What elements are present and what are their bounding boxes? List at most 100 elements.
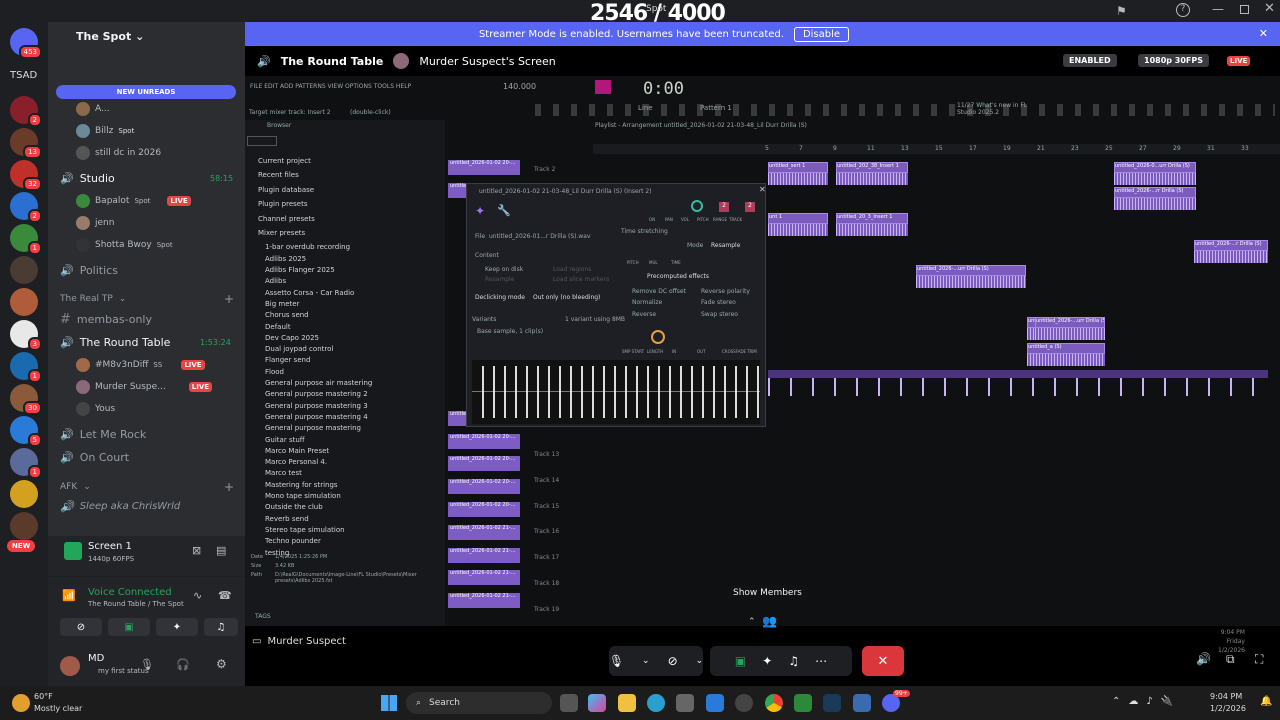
fl-browser-item[interactable]: Marco test bbox=[265, 469, 302, 477]
fl-track-clip[interactable]: untitled_2026-01-02 20-... bbox=[448, 479, 520, 495]
fl-browser-item[interactable]: Chorus send bbox=[265, 311, 309, 319]
voice-status[interactable]: Voice Connected bbox=[88, 587, 172, 598]
add-channel-icon[interactable]: + bbox=[224, 292, 234, 306]
user-settings-icon[interactable]: ⚙ bbox=[216, 657, 227, 671]
voice-channel-on-court[interactable]: 🔊 On Court bbox=[60, 451, 129, 464]
minimize-icon[interactable]: — bbox=[1212, 2, 1224, 16]
app-icon[interactable] bbox=[735, 694, 753, 712]
fl-browser-item[interactable]: General purpose mastering bbox=[265, 424, 361, 432]
fl-browser-item[interactable]: Current project bbox=[258, 157, 311, 165]
wrench-icon[interactable]: 🔧 bbox=[497, 204, 511, 217]
stop-screen-icon[interactable]: ⊠ bbox=[192, 544, 201, 557]
file-name[interactable]: untitled_2026-01...r Drilla (S).wav bbox=[489, 233, 591, 240]
popout-icon[interactable]: ⧉ bbox=[1226, 652, 1235, 667]
fl-browser-item[interactable]: Recent files bbox=[258, 171, 299, 179]
chevron-up-icon[interactable]: ⌃ bbox=[748, 617, 756, 627]
server-icon-4[interactable]: 2 bbox=[10, 192, 42, 223]
fl-playlist-clip[interactable]: untitled_202_38_Insert 1 bbox=[836, 162, 908, 173]
disable-streamer-button[interactable]: Disable bbox=[793, 26, 850, 42]
keep-on-disk-checkbox[interactable]: Keep on disk bbox=[485, 266, 523, 273]
load-slice-checkbox[interactable]: Load slice markers bbox=[553, 276, 609, 283]
fl-browser-item[interactable]: Mixer presets bbox=[258, 229, 305, 237]
taskbar-date[interactable]: 1/2/2026 bbox=[1210, 704, 1246, 713]
fl-browser-item[interactable]: Techno pounder bbox=[265, 537, 321, 545]
fl-playlist-clip[interactable]: unt 1 bbox=[768, 213, 828, 224]
store-icon[interactable] bbox=[676, 694, 694, 712]
tray-icons[interactable]: ⌃☁♪🔌 bbox=[1112, 696, 1181, 707]
voice-user-still-dc[interactable]: still dc in 2026 bbox=[76, 146, 161, 160]
fl-browser-item[interactable]: Assetto Corsa - Car Radio bbox=[265, 289, 354, 297]
share-screen-icon[interactable]: ▣ bbox=[735, 654, 746, 668]
fl-track-clip[interactable]: untitled_2026-01-02 20-... bbox=[448, 433, 520, 449]
fl-audio-lane[interactable] bbox=[768, 370, 1268, 396]
stream-controls[interactable]: ▣ ✦ ♫ ⋯ bbox=[710, 646, 852, 676]
fullscreen-icon[interactable]: ⛶ bbox=[1255, 652, 1263, 667]
voice-user-murder[interactable]: Murder Suspe... LIVE bbox=[76, 380, 213, 394]
server-icon-10[interactable]: 30 bbox=[10, 384, 42, 415]
fl-browser-item[interactable]: Reverb send bbox=[265, 515, 309, 523]
enabled-badge[interactable]: ENABLED bbox=[1063, 54, 1117, 67]
server-icon-12[interactable]: 1 bbox=[10, 448, 42, 479]
mail-icon[interactable] bbox=[706, 694, 724, 712]
volume-knob[interactable] bbox=[691, 200, 703, 212]
screen-settings-icon[interactable]: ▤ bbox=[216, 544, 226, 557]
track-value[interactable]: 2 bbox=[745, 202, 755, 212]
inbox-icon[interactable]: ⚑ bbox=[1116, 4, 1127, 18]
soundboard-icon[interactable]: ♫ bbox=[788, 654, 799, 668]
members-icon[interactable]: 👥 bbox=[762, 614, 777, 628]
length-knob[interactable] bbox=[651, 330, 665, 344]
declicking-select[interactable]: Out only (no bleeding) bbox=[533, 294, 600, 301]
more-icon[interactable]: ⋯ bbox=[815, 654, 827, 668]
pitch-value[interactable]: 2 bbox=[719, 202, 729, 212]
record-indicator[interactable] bbox=[595, 80, 611, 94]
activities-button[interactable]: ✦ bbox=[156, 618, 198, 636]
voice-user-yous[interactable]: Yous bbox=[76, 402, 115, 416]
voice-channel-studio[interactable]: 🔊 Studio bbox=[60, 172, 115, 185]
user-avatar[interactable] bbox=[60, 656, 80, 676]
fl-track-clip[interactable]: untitled_2026-01-02 21-... bbox=[448, 547, 520, 563]
fl-playlist-clip[interactable]: untitled_2026-0...urr Drilla (S) bbox=[1114, 162, 1196, 173]
fl-tempo[interactable]: 140.000 bbox=[503, 82, 536, 91]
fl-browser-item[interactable]: Adlibs 2025 bbox=[265, 255, 306, 263]
reverse-checkbox[interactable]: Reverse bbox=[632, 311, 656, 318]
server-icon-11[interactable]: 5 bbox=[10, 416, 42, 447]
fl-track-clip[interactable]: untitled_2026-01-02 20-... bbox=[448, 456, 520, 472]
close-banner-icon[interactable]: ✕ bbox=[1259, 27, 1268, 40]
voice-user-jenn[interactable]: jenn bbox=[76, 216, 114, 230]
sample-waveform[interactable] bbox=[472, 360, 760, 424]
soundboard-button[interactable]: ♫ bbox=[204, 618, 238, 636]
mode-select[interactable]: Resample bbox=[711, 242, 740, 249]
fl-track-clip[interactable]: untitled_2026-01-02 20-... bbox=[448, 502, 520, 517]
edge-icon[interactable] bbox=[647, 694, 665, 712]
fl-browser-item[interactable]: Adlibs Flanger 2025 bbox=[265, 266, 335, 274]
fl-browser-item[interactable]: General purpose mastering 4 bbox=[265, 413, 368, 421]
fl-browser-item[interactable]: Dual joypad control bbox=[265, 345, 333, 353]
steam-icon[interactable] bbox=[823, 694, 841, 712]
voice-channel-round-table[interactable]: 🔊 The Round Table bbox=[60, 336, 170, 349]
fl-browser-item[interactable]: General purpose mastering 3 bbox=[265, 402, 368, 410]
fl-browser-item[interactable]: 1-bar overdub recording bbox=[265, 243, 350, 251]
explorer-icon[interactable] bbox=[618, 694, 636, 712]
swap-stereo-checkbox[interactable]: Swap stereo bbox=[701, 311, 738, 318]
copilot-icon[interactable] bbox=[588, 694, 606, 712]
fl-browser-item[interactable]: General purpose air mastering bbox=[265, 379, 372, 387]
share-screen-button[interactable]: ▣ bbox=[108, 618, 150, 636]
fade-stereo-checkbox[interactable]: Fade stereo bbox=[701, 299, 736, 306]
fl-browser-item[interactable]: Mastering for strings bbox=[265, 481, 338, 489]
chrome-icon[interactable] bbox=[765, 694, 783, 712]
category-real-tp[interactable]: The Real TP ⌄ bbox=[60, 294, 126, 304]
headset-icon[interactable]: 🎧 bbox=[176, 658, 190, 671]
fl-browser-item[interactable]: General purpose mastering 2 bbox=[265, 390, 368, 398]
fl-browser-search[interactable] bbox=[247, 136, 277, 146]
fl-browser-item[interactable]: Default bbox=[265, 323, 291, 331]
remove-dc-checkbox[interactable]: Remove DC offset bbox=[632, 288, 686, 295]
fl-browser-item[interactable]: Big meter bbox=[265, 300, 299, 308]
fl-playlist-clip[interactable]: untitled_2026-...urr Drilla (S) bbox=[916, 265, 1026, 276]
voice-user-shotta[interactable]: Shotta Bwoy Spot bbox=[76, 238, 173, 252]
new-unreads-pill[interactable]: NEW UNREADS bbox=[56, 85, 236, 99]
fl-browser-item[interactable]: Marco Main Preset bbox=[265, 447, 329, 455]
fl-browser-item[interactable]: Stereo tape simulation bbox=[265, 526, 345, 534]
maximize-icon[interactable] bbox=[1240, 5, 1249, 14]
voice-location[interactable]: The Round Table / The Spot bbox=[88, 600, 184, 608]
weather-text[interactable]: Mostly clear bbox=[34, 704, 82, 713]
